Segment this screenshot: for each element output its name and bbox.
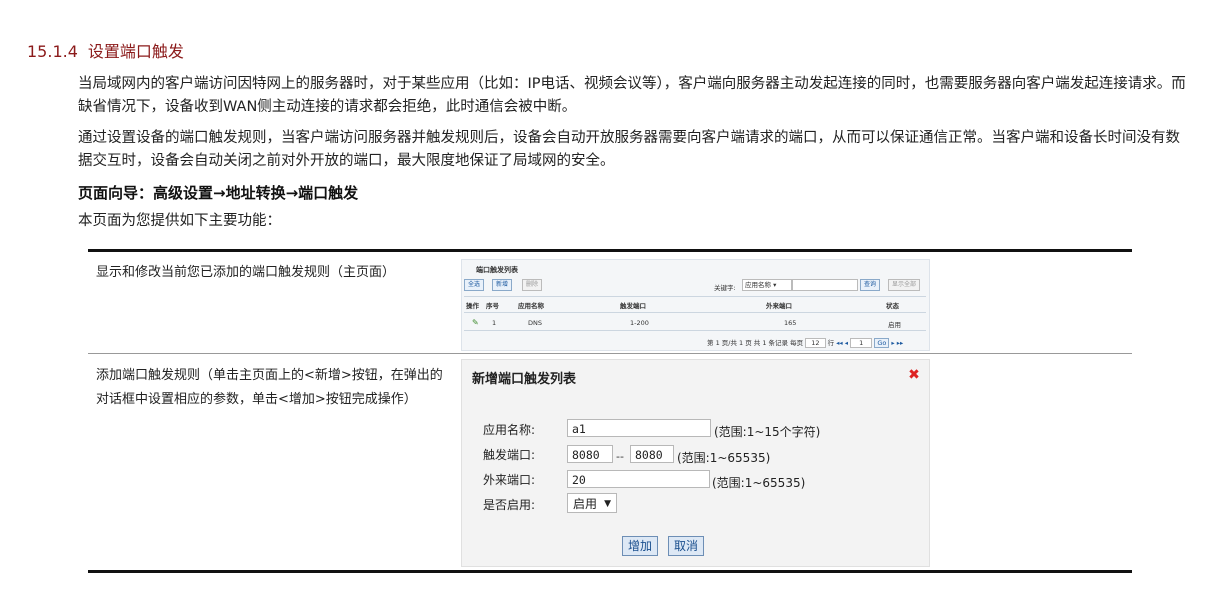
col-index: 序号 — [486, 302, 499, 310]
paragraph-2: 通过设置设备的端口触发规则，当客户端访问服务器并触发规则后，设备会自动开放服务器… — [78, 130, 1180, 169]
keyword-select-value: 应用名称 — [745, 281, 771, 289]
chevron-down-icon: ▼ — [604, 499, 611, 509]
enable-select-value: 启用 — [573, 497, 598, 511]
show-all-button[interactable]: 显示全部 — [888, 279, 921, 291]
select-all-button[interactable]: 全选 — [464, 279, 485, 291]
pager-suffix: 行 — [827, 339, 835, 347]
external-port-hint: (范围:1~65535) — [712, 476, 806, 490]
page-guide: 页面向导：高级设置→地址转换→端口触发 — [78, 184, 359, 202]
enable-label: 是否启用: — [483, 498, 536, 512]
trigger-port-label: 触发端口: — [483, 448, 536, 462]
port-trigger-list-screenshot: 端口触发列表 全选 新增 删除 关键字: 应用名称 ▾ 查询 显示全部 操作 序… — [461, 259, 930, 351]
row-app-name: DNS — [528, 319, 542, 327]
table-bottom-rule — [88, 570, 1132, 573]
list-title: 端口触发列表 — [476, 266, 518, 274]
trigger-port-from-input[interactable]: 8080 — [567, 445, 613, 463]
row2-description: 添加端口触发规则（单击主页面上的<新增>按钮，在弹出的对话框中设置相应的参数，单… — [96, 368, 443, 407]
trigger-port-hint: (范围:1~65535) — [677, 451, 771, 465]
row-external-port: 165 — [784, 319, 797, 327]
search-button[interactable]: 查询 — [860, 279, 881, 291]
col-trigger-port: 触发端口 — [620, 302, 646, 310]
prev-page-icon[interactable]: ◂◂ ◂ — [836, 339, 848, 347]
keyword-select[interactable]: 应用名称 ▾ — [742, 279, 792, 291]
table-top-rule — [88, 249, 1132, 252]
paragraph-1: 当局域网内的客户端访问因特网上的服务器时，对于某些应用（比如：IP电话、视频会议… — [78, 76, 1186, 115]
row-trigger-port: 1-200 — [630, 319, 649, 327]
row-bottom-line — [464, 330, 926, 331]
edit-icon[interactable]: ✎ — [472, 318, 479, 327]
col-app-name: 应用名称 — [518, 302, 544, 310]
header-top-line — [464, 296, 926, 297]
delete-button[interactable]: 删除 — [522, 279, 543, 291]
enable-select[interactable]: 启用 ▼ — [567, 493, 617, 513]
section-heading: 15.1.4 设置端口触发 — [27, 38, 184, 62]
add-port-trigger-dialog: 新增端口触发列表 ✖ 应用名称: a1 (范围:1~15个字符) 触发端口: 8… — [461, 359, 930, 567]
go-button[interactable]: Go — [874, 338, 890, 348]
external-port-label: 外来端口: — [483, 473, 536, 487]
add-button[interactable]: 新增 — [492, 279, 513, 291]
pager: 第 1 页/共 1 页 共 1 条记录 每页 12 行 ◂◂ ◂ 1 Go ▸ … — [707, 337, 903, 348]
row-index: 1 — [492, 319, 497, 327]
pager-text: 第 1 页/共 1 页 共 1 条记录 每页 — [707, 339, 804, 347]
keyword-label: 关键字: — [714, 284, 736, 292]
app-name-input[interactable]: a1 — [567, 419, 711, 437]
page-input[interactable]: 1 — [850, 338, 873, 348]
row-status: 启用 — [888, 321, 901, 329]
table-mid-rule — [88, 353, 1132, 354]
app-name-hint: (范围:1~15个字符) — [714, 425, 821, 439]
dialog-title: 新增端口触发列表 — [472, 372, 577, 387]
col-action: 操作 — [466, 302, 479, 310]
app-name-label: 应用名称: — [483, 423, 536, 437]
intro-text: 本页面为您提供如下主要功能： — [78, 213, 281, 229]
keyword-input[interactable] — [792, 279, 858, 291]
section-title: 设置端口触发 — [87, 42, 184, 61]
external-port-input[interactable]: 20 — [567, 470, 710, 488]
col-external-port: 外来端口 — [766, 302, 792, 310]
trigger-port-separator: -- — [616, 450, 624, 463]
add-confirm-button[interactable]: 增加 — [622, 536, 659, 556]
close-icon[interactable]: ✖ — [907, 368, 921, 382]
section-number: 15.1.4 — [27, 42, 78, 61]
header-bottom-line — [464, 312, 926, 313]
cancel-button[interactable]: 取消 — [668, 536, 705, 556]
trigger-port-to-input[interactable]: 8080 — [630, 445, 674, 463]
per-page-input[interactable]: 12 — [805, 338, 826, 348]
row1-description: 显示和修改当前您已添加的端口触发规则（主页面） — [96, 265, 396, 280]
next-page-icon[interactable]: ▸ ▸▸ — [891, 339, 903, 347]
col-status: 状态 — [886, 302, 899, 310]
